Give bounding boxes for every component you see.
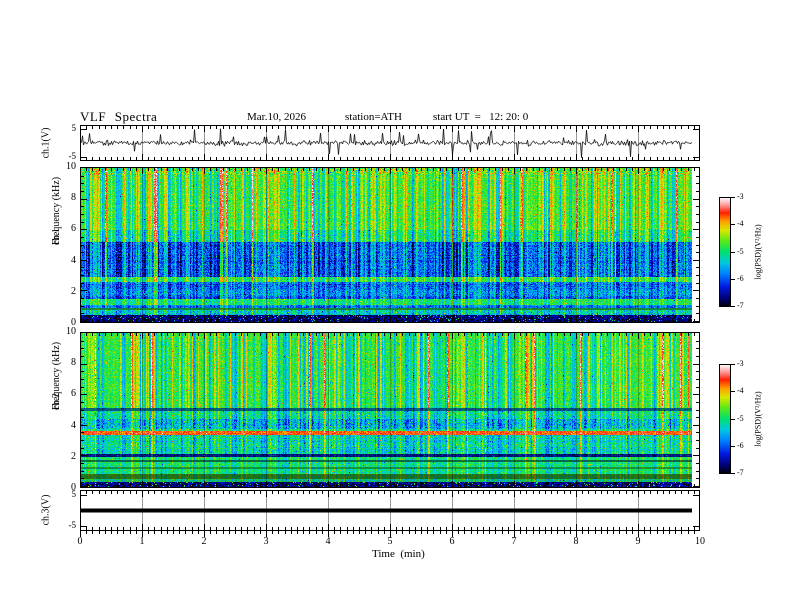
psd-colorbar-tick-label: -5 [737,246,744,256]
ch1-voltage-axis-label: ch.1(V) [40,127,52,159]
time-tick-label: 9 [635,536,641,547]
psd-colorbar-tick-label: -5 [737,413,744,423]
psd-colorbar-tick-label: -7 [737,301,744,310]
ch2-spectrogram-plot [80,332,700,488]
ch2-colorbar-label: log(PSD)(V²/Hz) [753,391,763,447]
ch3-voltage-tick-label: 5 [71,489,77,499]
time-tick-label: 6 [449,536,455,547]
ch3-voltage-axis-label: ch.3(V) [40,494,52,526]
time-tick-label: 5 [387,536,393,547]
ch3-waveform-plot [80,490,700,531]
figure-station: station=ATH [345,111,402,123]
time-tick-label: 7 [511,536,517,547]
ch1-spectrogram-plot [80,167,700,323]
time-tick-label: 0 [77,536,83,547]
ch2-colorbar [719,364,739,474]
psd-colorbar-tick-label: -3 [737,192,744,201]
ch2_spectrogram-freq-tick-label: 6 [71,388,76,400]
ch1_spectrogram-freq-tick-label: 4 [71,254,76,266]
time-tick-label: 8 [573,536,579,547]
ch2_spectrogram-freq-tick-label: 8 [71,357,76,369]
time-axis-label: Time (min) [372,548,425,560]
ch1-colorbar-label: log(PSD)(V²/Hz) [753,224,763,280]
ch1_spectrogram-freq-tick-label: 2 [71,285,76,297]
time-tick-label: 10 [695,536,705,547]
figure-date: Mar.10, 2026 [247,111,306,123]
ch1_spectrogram-freq-tick-label: 8 [71,192,76,204]
psd-colorbar-tick-label: -7 [737,468,744,477]
ch1-voltage-tick-label: 5 [71,122,77,133]
time-tick-label: 3 [263,536,269,547]
psd-colorbar-tick-label: -3 [737,359,744,368]
psd-colorbar-tick-label: -6 [737,273,744,283]
ch1-colorbar [719,197,739,307]
ch2-frequency-axis-label-line2: Frequency (kHz) [51,341,62,410]
ch3-voltage-tick-label: -5 [68,520,77,530]
psd-colorbar-tick-label: -4 [737,219,744,229]
vlf-spectra-figure: VLF Spectra Mar.10, 2026 station=ATH sta… [0,0,792,612]
psd-colorbar-tick-label: -6 [737,440,744,450]
ch2_spectrogram-freq-tick-label: 2 [71,450,76,462]
ch2_spectrogram-freq-tick-label: 4 [71,419,76,431]
ch1_spectrogram-freq-tick-label: 6 [71,223,76,235]
time-tick-label: 2 [201,536,207,547]
figure-title: VLF Spectra [80,109,158,124]
ch1-waveform-plot [80,125,700,161]
ch1-frequency-axis-label-line2: Frequency (kHz) [51,176,62,245]
time-tick-label: 1 [139,536,145,547]
ch1_spectrogram-freq-tick-label: 10 [66,161,76,172]
time-tick-label: 4 [325,536,331,547]
ch1-voltage-tick-label: -5 [68,151,77,162]
psd-colorbar-tick-label: -4 [737,386,744,396]
ch2_spectrogram-freq-tick-label: 10 [66,326,76,337]
figure-start-ut: start UT = 12: 20: 0 [433,111,529,123]
